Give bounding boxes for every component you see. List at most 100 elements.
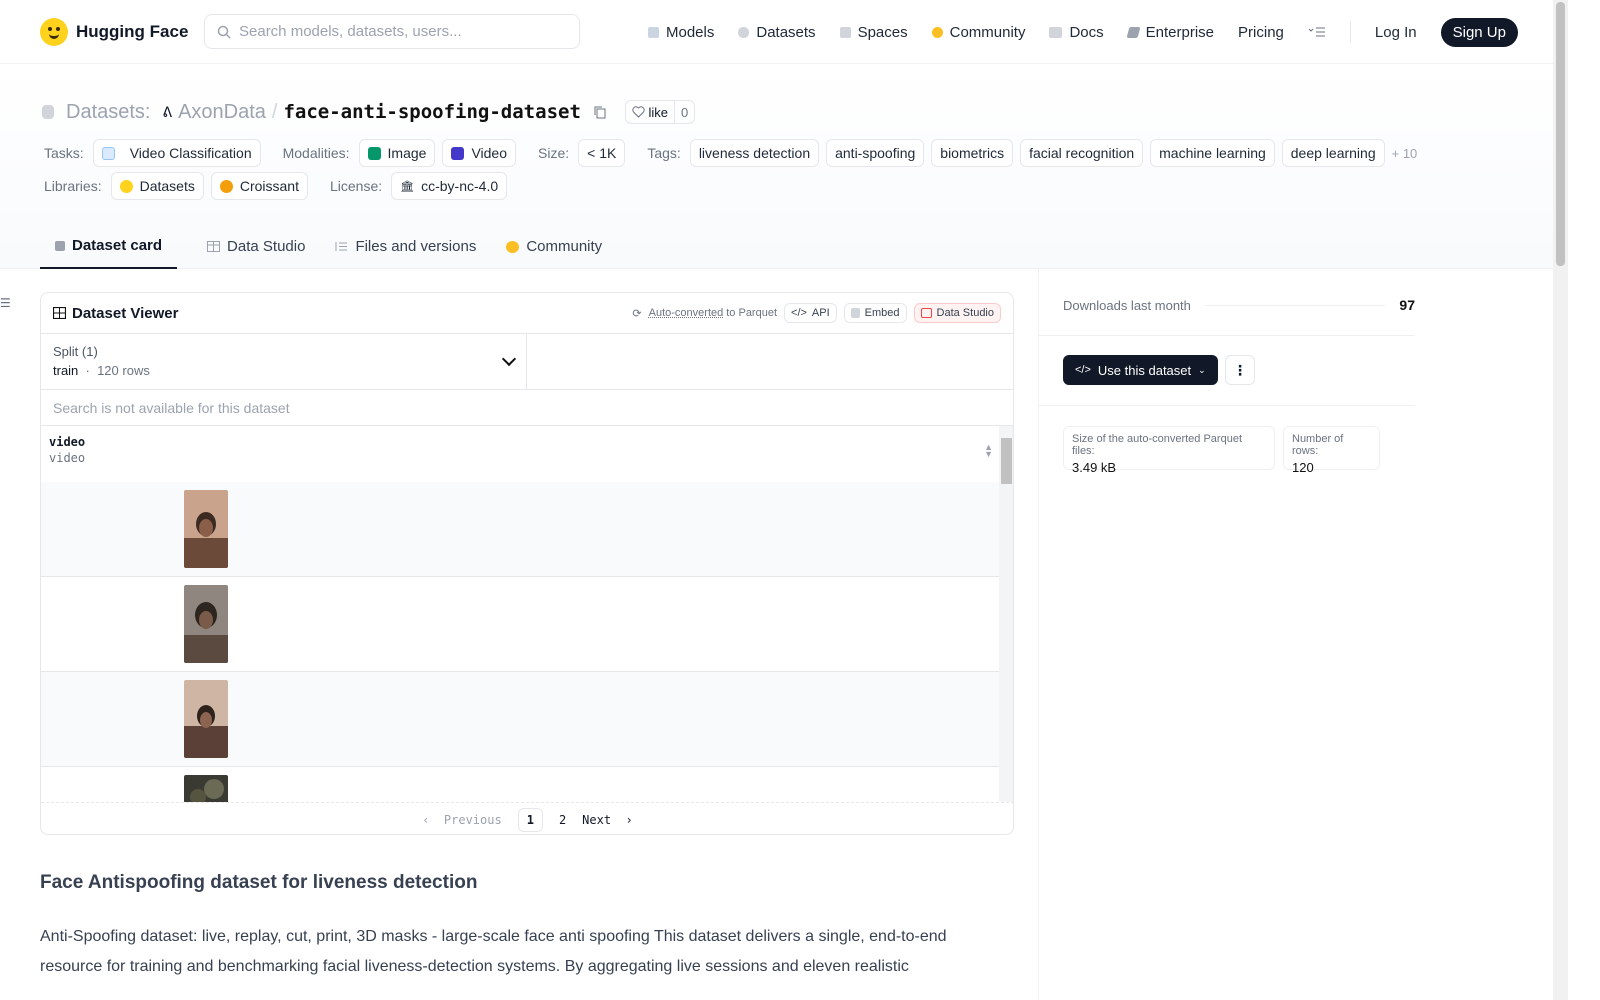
tab-dataset-card-label: Dataset card: [72, 237, 163, 254]
nav-docs[interactable]: Docs: [1049, 24, 1104, 41]
metadata-row-1: Tasks: Video Classification Modalities: …: [44, 139, 1417, 167]
next-page-button[interactable]: Next ›: [582, 813, 633, 827]
brand-logo[interactable]: Hugging Face: [40, 17, 189, 46]
viewer-title: Dataset Viewer: [53, 305, 178, 322]
tag-anti-spoofing[interactable]: anti-spoofing: [826, 139, 925, 167]
repo-name[interactable]: face-anti-spoofing-dataset: [283, 101, 580, 123]
brand-name: Hugging Face: [76, 21, 189, 41]
task-tag[interactable]: Video Classification: [92, 139, 261, 167]
right-sidebar: Downloads last month 97 </> Use this dat…: [1038, 269, 1568, 1000]
page-2-button[interactable]: 2: [559, 813, 566, 827]
library-tag-datasets[interactable]: Datasets: [110, 172, 204, 200]
data-studio-icon: [920, 308, 932, 318]
menu-icon: [1308, 27, 1325, 37]
column-header-video[interactable]: video video ▲ ▼: [41, 426, 1013, 483]
row-count-stat: Number of rows: 120: [1283, 426, 1380, 475]
tag-biometrics[interactable]: biometrics: [931, 139, 1014, 167]
library-croissant-label: Croissant: [239, 178, 299, 194]
parquet-size-value: 3.49 kB: [1072, 460, 1117, 475]
search-box[interactable]: [204, 14, 580, 49]
viewer-scrollbar-thumb[interactable]: [1001, 438, 1012, 484]
sort-icon[interactable]: ▲ ▼: [984, 443, 993, 459]
data-studio-button[interactable]: Data Studio: [913, 303, 1001, 323]
nav-pricing[interactable]: Pricing: [1238, 24, 1284, 41]
more-options-button[interactable]: ⋮: [1225, 355, 1255, 385]
video-thumbnail[interactable]: [184, 490, 228, 568]
split-selector[interactable]: Split (1) train · 120 rows: [41, 334, 527, 389]
refresh-icon: ⟳: [632, 307, 642, 320]
page-scrollbar-thumb[interactable]: [1556, 2, 1565, 266]
downloads-label: Downloads last month: [1063, 297, 1191, 313]
nav-datasets[interactable]: Datasets: [738, 24, 816, 41]
embed-button[interactable]: Embed: [843, 303, 907, 323]
library-tag-croissant[interactable]: Croissant: [210, 172, 308, 200]
license-tag[interactable]: 🏛 cc-by-nc-4.0: [391, 172, 508, 200]
tab-files-and-versions[interactable]: Files and versions: [335, 224, 476, 269]
video-thumbnail[interactable]: [184, 680, 228, 758]
video-thumbnail[interactable]: [184, 585, 228, 663]
sidebar-toggle-icon[interactable]: ☰: [0, 296, 11, 310]
page-1-button[interactable]: 1: [517, 807, 543, 832]
split-name: train: [53, 363, 79, 378]
like-count: 0: [674, 101, 694, 123]
copy-icon[interactable]: [593, 105, 607, 119]
tab-community[interactable]: Community: [506, 224, 602, 269]
video-classification-icon: [101, 146, 115, 160]
tag-deep-learning[interactable]: deep learning: [1281, 139, 1385, 167]
video-thumbnail[interactable]: [184, 775, 228, 802]
size-tag[interactable]: < 1K: [578, 139, 626, 167]
repo-owner-link[interactable]: AxonData: [178, 101, 266, 124]
parquet-size-label: Size of the auto-converted Parquet files…: [1072, 433, 1242, 457]
signup-button[interactable]: Sign Up: [1440, 17, 1518, 47]
table-row[interactable]: [41, 482, 999, 577]
page-scrollbar[interactable]: [1553, 0, 1568, 1000]
more-tags-button[interactable]: + 10: [1392, 146, 1418, 161]
api-button[interactable]: </> API: [784, 303, 837, 323]
row-count-value: 120: [1292, 460, 1314, 475]
main-nav: Models Datasets Spaces Community Docs En…: [648, 0, 1518, 64]
divider: [1039, 405, 1415, 406]
modality-tag-video[interactable]: Video: [442, 139, 517, 167]
docs-icon: [1049, 26, 1063, 38]
search-input[interactable]: [239, 23, 539, 40]
repo-tabs: Dataset card Data Studio Files and versi…: [40, 224, 602, 269]
table-row[interactable]: [41, 767, 999, 802]
nav-spaces[interactable]: Spaces: [839, 24, 908, 41]
tags-label: Tags:: [647, 145, 681, 161]
modality-tag-image[interactable]: Image: [358, 139, 436, 167]
task-tag-label: Video Classification: [129, 145, 252, 161]
auto-converted-link[interactable]: Auto-converted: [649, 307, 724, 319]
data-studio-label: Data Studio: [936, 307, 994, 319]
tag-liveness[interactable]: liveness detection: [689, 139, 820, 167]
nav-enterprise[interactable]: Enterprise: [1126, 24, 1214, 41]
dataset-viewer: Dataset Viewer ⟳ Auto-converted to Parqu…: [40, 292, 1014, 835]
viewer-actions: ⟳ Auto-converted to Parquet </> API Embed…: [632, 303, 1001, 323]
tag-machine-learning[interactable]: machine learning: [1150, 139, 1275, 167]
community-tab-icon: [506, 240, 520, 253]
tab-community-label: Community: [526, 238, 603, 255]
tag-facial-recognition[interactable]: facial recognition: [1020, 139, 1144, 167]
license-value: cc-by-nc-4.0: [421, 178, 499, 194]
embed-label: Embed: [864, 307, 900, 319]
modality-image-label: Image: [387, 145, 427, 161]
nav-community[interactable]: Community: [931, 24, 1025, 41]
nav-more-menu[interactable]: [1308, 26, 1326, 38]
search-icon: [217, 25, 231, 39]
table-row[interactable]: [41, 577, 999, 672]
repo-type-label[interactable]: Datasets:: [66, 101, 150, 124]
like-button[interactable]: like 0: [624, 100, 696, 124]
pagination: ‹ Previous 1 2 Next ›: [41, 802, 1013, 834]
previous-page-button[interactable]: ‹ Previous: [422, 813, 501, 827]
downloads-sparkline: [1204, 304, 1386, 306]
kebab-icon: ⋮: [1233, 361, 1247, 378]
viewer-scrollbar[interactable]: [999, 426, 1013, 802]
table-row[interactable]: [41, 672, 999, 767]
nav-models[interactable]: Models: [648, 24, 714, 41]
tab-dataset-card[interactable]: Dataset card: [40, 224, 178, 269]
tab-data-studio[interactable]: Data Studio: [207, 224, 305, 269]
repo-separator: /: [271, 100, 278, 123]
spaces-icon: [839, 26, 851, 38]
api-label: API: [811, 307, 830, 319]
login-link[interactable]: Log In: [1375, 24, 1417, 41]
use-dataset-button[interactable]: </> Use this dataset ⌄: [1063, 355, 1218, 385]
